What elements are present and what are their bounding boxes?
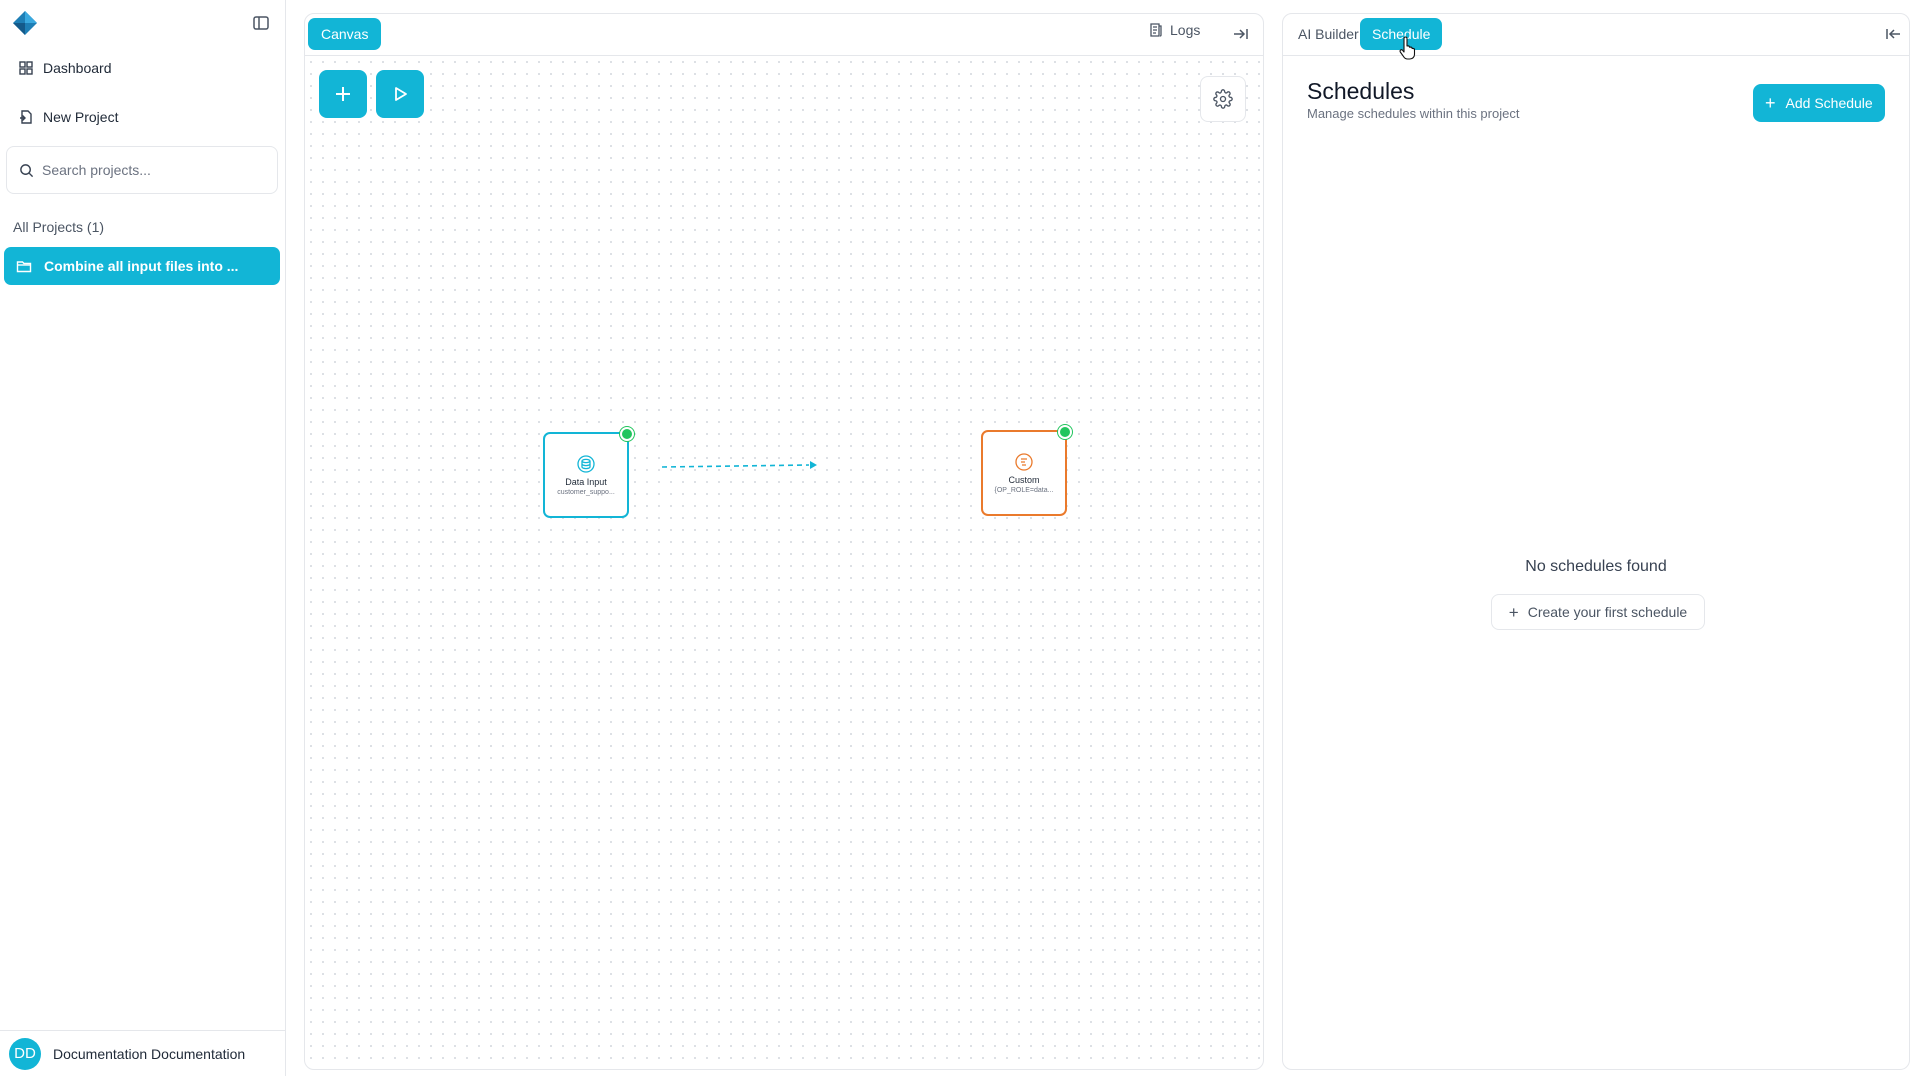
plus-icon: + [1508,602,1519,622]
user-menu[interactable]: DD Documentation Documentation [0,1030,286,1076]
logs-label: Logs [1170,22,1201,38]
new-project-icon [20,110,32,124]
node-title: Data Input [565,476,607,487]
logs-button[interactable]: Logs [1148,22,1200,38]
plus-icon: + [1765,93,1776,113]
page-title: Schedules [1307,78,1415,104]
app-logo[interactable] [12,10,38,36]
user-name: Documentation Documentation [53,1045,246,1062]
nav-dashboard-label: Dashboard [43,60,112,76]
node-custom[interactable]: Custom {OP_ROLE=data... [981,425,1072,516]
tab-canvas[interactable]: Canvas [308,18,382,50]
search-icon [20,163,34,177]
collapse-panel-icon[interactable] [1884,25,1902,48]
tab-schedule[interactable]: Schedule [1360,18,1443,50]
canvas-panel: Canvas Logs Data Input customer_suppo...… [304,13,1264,1070]
node-title: Custom [1008,474,1040,485]
avatar: DD [9,1037,41,1070]
node-subtitle: {OP_ROLE=data... [994,486,1054,494]
tab-ai-builder[interactable]: AI Builder [1286,18,1371,50]
project-item-label: Combine all input files into ... [44,258,239,274]
node-connection-edge [661,461,817,469]
add-schedule-label: Add Schedule [1785,95,1873,111]
logs-icon [1150,23,1162,37]
create-first-label: Create your first schedule [1527,604,1688,620]
search-input[interactable] [42,162,262,178]
right-panel: AI Builder Schedule Schedules Manage sch… [1282,13,1910,1070]
sidebar-toggle-icon[interactable] [252,14,270,32]
right-panel-header: AI Builder Schedule [1283,14,1909,56]
custom-icon [1015,452,1033,471]
page-subtitle: Manage schedules within this project [1307,106,1520,121]
node-subtitle: customer_suppo... [557,488,615,496]
dashboard-icon [19,61,33,75]
empty-state-text: No schedules found [1525,558,1667,575]
workflow-canvas[interactable]: Data Input customer_suppo... Custom {OP_… [305,56,1263,1069]
nav-dashboard[interactable]: Dashboard [6,50,278,86]
node-data-input[interactable]: Data Input customer_suppo... [543,427,634,518]
create-first-schedule-button[interactable]: + Create your first schedule [1491,594,1705,630]
expand-panel-icon[interactable] [1232,25,1250,48]
add-schedule-button[interactable]: + Add Schedule [1753,84,1885,122]
project-search[interactable] [6,146,278,194]
all-projects-label: All Projects (1) [13,219,105,235]
canvas-header: Canvas Logs [305,14,1263,56]
node-status-indicator [1058,425,1072,439]
database-icon [577,454,595,473]
nav-new-project-label: New Project [43,109,119,125]
sidebar: Dashboard New Project All Projects (1) C… [0,0,286,1076]
project-item[interactable]: Combine all input files into ... [4,247,280,285]
nav-new-project[interactable]: New Project [6,99,278,135]
folder-icon [16,261,32,273]
node-status-indicator [620,427,634,441]
